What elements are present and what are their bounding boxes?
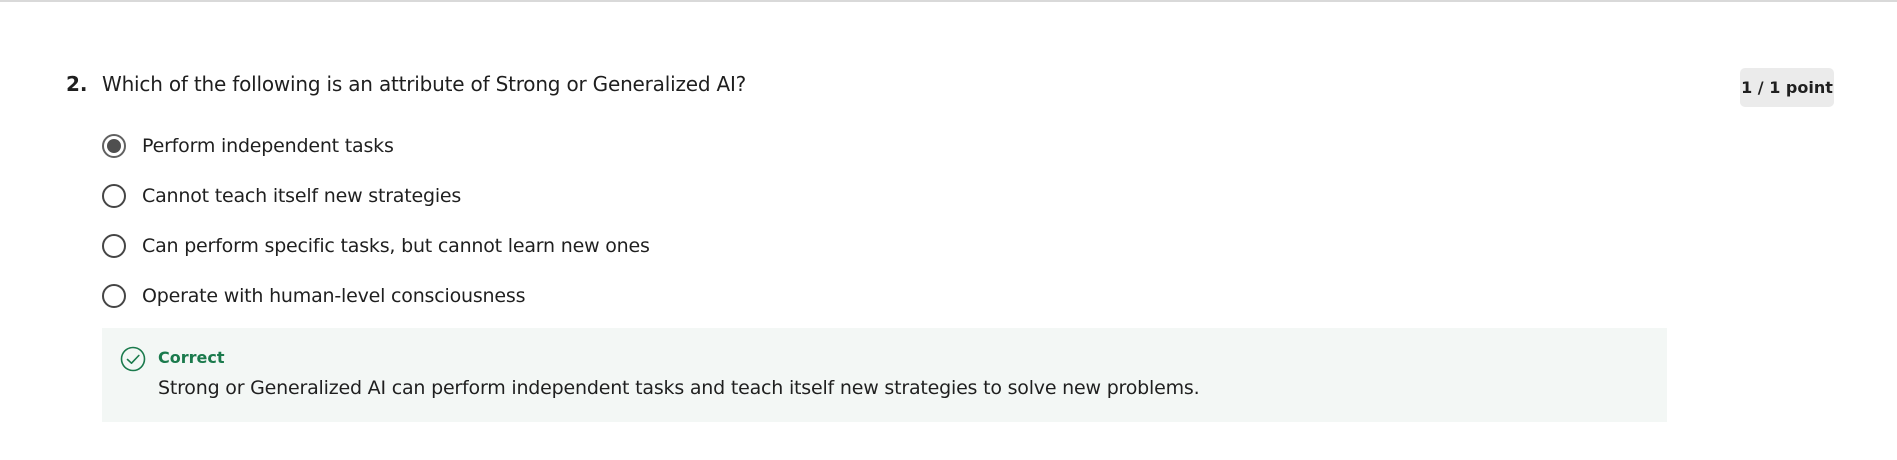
feedback-explanation: Strong or Generalized AI can perform ind… bbox=[158, 377, 1200, 399]
feedback-status: Correct bbox=[158, 348, 225, 367]
option-label: Cannot teach itself new strategies bbox=[142, 185, 462, 207]
radio-icon[interactable] bbox=[102, 234, 126, 258]
question-number: 2. bbox=[66, 72, 88, 96]
option-label: Operate with human-level consciousness bbox=[142, 285, 526, 307]
option-label: Can perform specific tasks, but cannot l… bbox=[142, 235, 650, 257]
option-specific-tasks[interactable]: Can perform specific tasks, but cannot l… bbox=[102, 232, 650, 260]
option-label: Perform independent tasks bbox=[142, 135, 394, 157]
option-human-level-consciousness[interactable]: Operate with human-level consciousness bbox=[102, 282, 525, 310]
radio-icon[interactable] bbox=[102, 284, 126, 308]
option-cannot-teach-itself[interactable]: Cannot teach itself new strategies bbox=[102, 182, 461, 210]
radio-icon[interactable] bbox=[102, 184, 126, 208]
option-perform-independent-tasks[interactable]: Perform independent tasks bbox=[102, 132, 394, 160]
quiz-question: 2. Which of the following is an attribut… bbox=[0, 0, 1897, 460]
points-badge: 1 / 1 point bbox=[1740, 68, 1834, 107]
question-text: Which of the following is an attribute o… bbox=[102, 72, 747, 96]
feedback-panel: Correct Strong or Generalized AI can per… bbox=[102, 328, 1667, 422]
radio-selected-icon[interactable] bbox=[102, 134, 126, 158]
radio-dot bbox=[107, 139, 121, 153]
check-circle-icon bbox=[120, 346, 146, 372]
